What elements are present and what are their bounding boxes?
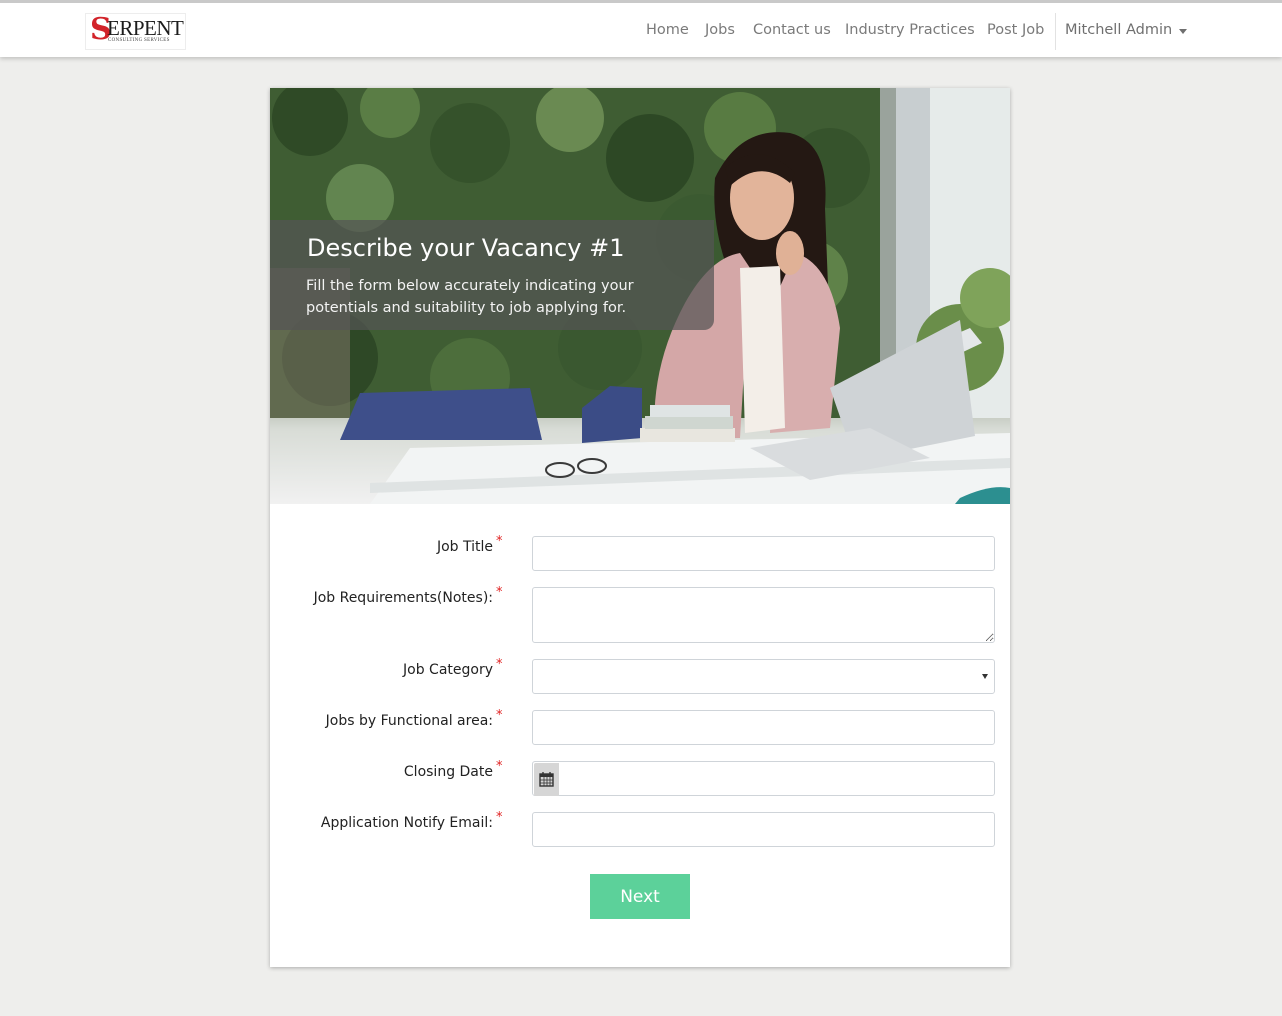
functional-area-label: Jobs by Functional area: [325,713,493,729]
required-marker: * [496,657,503,672]
select-caret-icon [982,674,988,679]
closing-date-input[interactable] [532,761,995,796]
logo-wordmark: ERPENT [107,16,184,40]
user-menu-toggle[interactable]: Mitchell Admin [1065,20,1172,40]
nav-link-contact[interactable]: Contact us [753,20,831,40]
logo-tagline: CONSULTING SERVICES [108,38,170,43]
page-subtitle: Fill the form below accurately indicatin… [306,278,634,316]
calendar-icon [539,772,554,787]
required-marker: * [496,708,503,723]
notify-email-label: Application Notify Email: [320,815,493,831]
required-marker: * [496,534,503,549]
vacancy-form-card: Describe your Vacancy #1 Fill the form b… [270,88,1010,967]
closing-date-label: Closing Date [403,764,493,780]
job-title-label: Job Title [436,539,493,555]
page-title: Describe your Vacancy #1 [307,234,625,262]
functional-area-input[interactable] [532,710,995,745]
serpent-logo[interactable]: S ERPENT CONSULTING SERVICES [85,13,186,50]
nav-divider [1055,13,1056,50]
notify-email-input[interactable] [532,812,995,847]
job-title-input[interactable] [532,536,995,571]
nav-link-jobs[interactable]: Jobs [705,20,735,40]
job-requirements-textarea[interactable] [532,587,995,643]
job-category-label: Job Category [403,662,493,678]
nav-link-post-job[interactable]: Post Job [987,20,1044,40]
top-navbar: S ERPENT CONSULTING SERVICES Home Jobs C… [0,0,1282,57]
nav-link-industry-practices[interactable]: Industry Practices [845,20,975,40]
nav-link-home[interactable]: Home [646,20,689,40]
chevron-down-icon[interactable] [1179,29,1187,34]
required-marker: * [496,585,503,600]
required-marker: * [496,810,503,825]
job-requirements-label: Job Requirements(Notes): [313,590,493,606]
calendar-button[interactable] [534,763,559,796]
job-category-select[interactable] [532,659,995,694]
required-marker: * [496,759,503,774]
next-button[interactable]: Next [590,874,690,919]
hero-banner: Describe your Vacancy #1 Fill the form b… [270,88,1010,504]
